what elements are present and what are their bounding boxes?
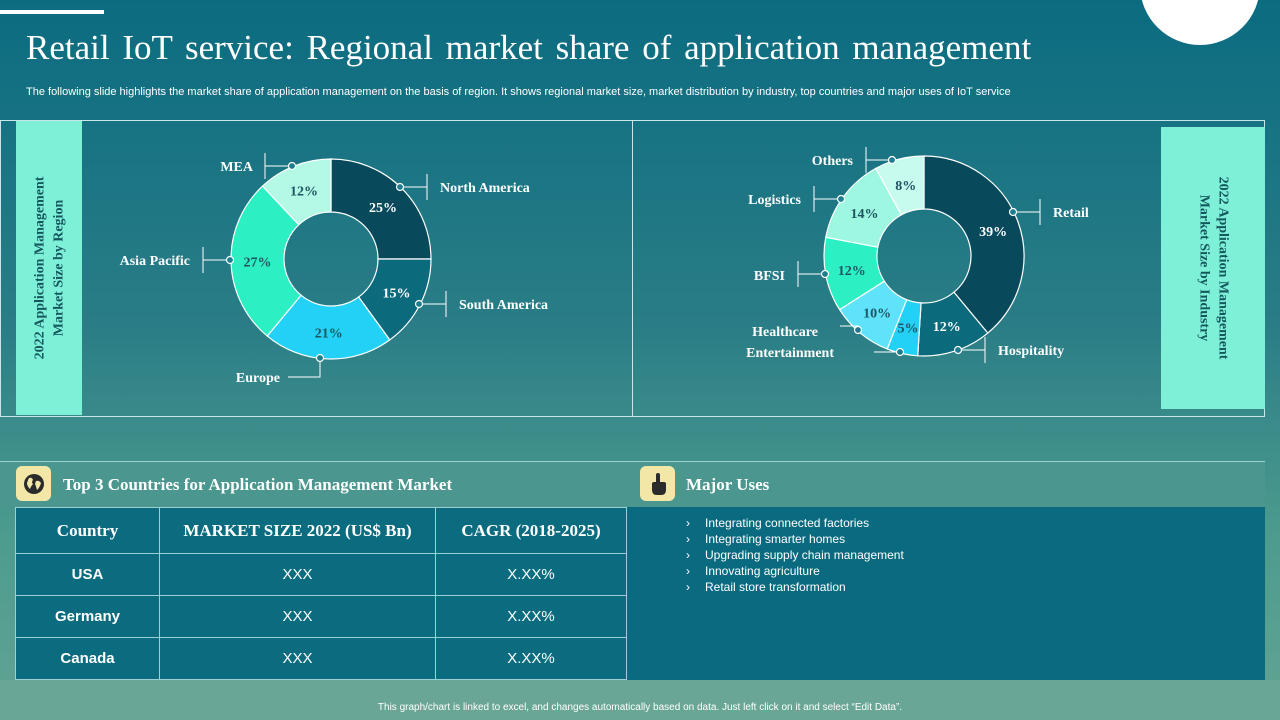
category-label: North America [440,181,530,196]
region-donut: 25% 15% 21% 27% 12% North America South Americ… [120,153,548,386]
callout-dot [953,345,963,355]
callout-dot [225,255,235,265]
category-label: MEA [220,160,254,175]
table-row: Germany XXX X.XX% [15,595,627,638]
col-header-cagr: CAGR (2018-2025) [435,507,627,554]
globe-icon [16,466,51,501]
slice-value-label: 15% [382,286,410,301]
table-cell-cagr: X.XX% [435,595,627,638]
countries-heading: Top 3 Countries for Application Manageme… [63,475,453,494]
bullet-icon: › [686,532,690,546]
category-label: Healthcare [752,325,818,340]
slice-value-label: 21% [315,326,343,341]
callout-dot [1008,207,1018,217]
bullet-icon: › [686,548,690,562]
table-cell-country: Canada [15,637,160,680]
callout-dot [895,347,905,357]
table-cell-market-size: XXX [159,553,436,596]
table-cell-market-size: XXX [159,595,436,638]
category-label: Europe [236,371,280,386]
hand-pointer-icon [640,466,675,501]
bullet-icon: › [686,516,690,530]
industry-donut: 39% 12% 5% 10% 12% 14% 8% Retail Hospitality Ente… [746,147,1089,363]
col-header-country: Country [15,507,160,554]
table-row: USA XXX X.XX% [15,553,627,596]
footer-note: This graph/chart is linked to excel, and… [377,702,903,713]
table-cell-country: USA [15,553,160,596]
list-item: › Integrating smarter homes [686,532,846,546]
slice-value-label: 27% [244,255,272,270]
callout-dot [836,194,846,204]
list-item: › Upgrading supply chain management [686,548,904,562]
bullet-icon: › [686,580,690,594]
category-label: South America [459,298,548,313]
callout-line [288,358,321,378]
callout-dot [315,353,325,363]
table-row: Canada XXX X.XX% [15,637,627,680]
slice-value-label: 12% [933,320,961,335]
slice-value-label: 25% [369,201,397,216]
table-cell-cagr: X.XX% [435,637,627,680]
countries-table: Country MARKET SIZE 2022 (US$ Bn) CAGR (… [15,507,627,680]
list-item: › Innovating agriculture [686,564,820,578]
category-label: Asia Pacific [120,254,190,269]
slice-value-label: 12% [290,185,318,200]
table-cell-country: Germany [15,595,160,638]
callout-dot [853,325,863,335]
table-cell-market-size: XXX [159,637,436,680]
list-item: › Integrating connected factories [686,516,870,530]
callout-dot [820,269,830,279]
major-uses-heading: Major Uses [686,475,770,494]
table-cell-cagr: X.XX% [435,553,627,596]
major-uses-list: › Integrating connected factories › Integr… [686,515,904,595]
slice-value-label: 10% [863,307,891,322]
slice-value-label: 8% [895,179,916,194]
category-label: BFSI [754,269,785,284]
callout-dot [414,299,424,309]
slice-value-label: 14% [851,207,879,222]
list-item: › Retail store transformation [686,580,846,594]
slice-value-label: 39% [979,225,1007,240]
bullet-icon: › [686,564,690,578]
category-label: Entertainment [746,346,834,361]
callout-dot [395,182,405,192]
category-label: Logistics [748,193,801,208]
col-header-market-size: MARKET SIZE 2022 (US$ Bn) [159,507,436,554]
category-label: Hospitality [998,344,1064,359]
table-header-row: Country MARKET SIZE 2022 (US$ Bn) CAGR (… [15,507,627,554]
slice-value-label: 5% [897,322,918,337]
callout-dot [287,161,297,171]
slice-value-label: 12% [838,264,866,279]
category-label: Retail [1053,206,1089,221]
callout-dot [887,155,897,165]
footer-band [0,680,1280,720]
category-label: Others [812,154,854,169]
